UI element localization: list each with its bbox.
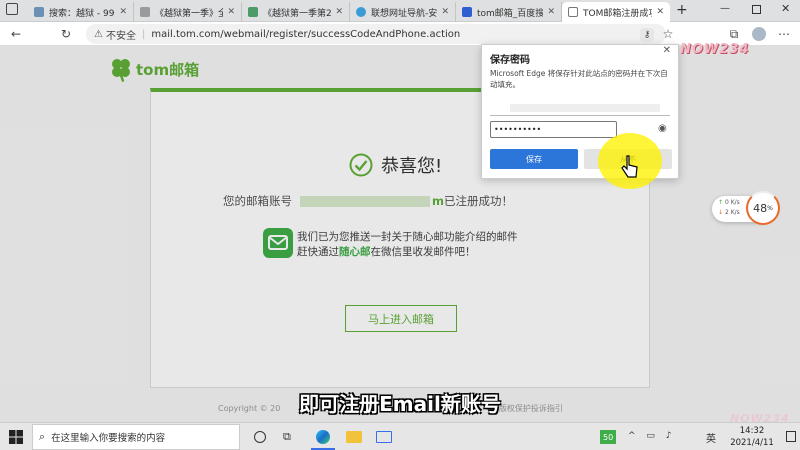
download-unit: K/s — [730, 209, 740, 216]
folder-icon[interactable] — [346, 431, 362, 443]
profile-icon[interactable] — [752, 27, 766, 41]
close-icon[interactable]: ✕ — [227, 7, 235, 17]
battery-indicator[interactable]: 50 — [600, 430, 617, 444]
battery-value: 50 — [603, 432, 614, 442]
tab-4[interactable]: 联想网址导航-安全 ✕ — [350, 2, 456, 22]
tab-actions-icon[interactable] — [6, 3, 18, 15]
upload-speed: ↑ 0 K/s — [718, 199, 740, 206]
close-icon[interactable]: ✕ — [656, 7, 664, 17]
taskbar-search[interactable]: ⌕ 在这里输入你要搜索的内容 — [32, 424, 240, 450]
tray-icons[interactable]: ^ ▭ ♪ — [628, 431, 676, 441]
tab-favicon — [34, 7, 44, 17]
windows-taskbar: ⌕ 在这里输入你要搜索的内容 ⧉ 50 ^ ▭ ♪ 英 14:32 2021/4… — [0, 422, 800, 450]
download-value: 2 — [724, 209, 729, 216]
tab-favicon — [356, 7, 366, 17]
clock-time: 14:32 — [739, 426, 765, 436]
url-text[interactable]: mail.tom.com/webmail/register/successCod… — [151, 29, 460, 40]
tab-label: 《越狱第一季》全集 — [155, 8, 223, 19]
cortana-icon[interactable] — [254, 431, 266, 443]
username-field[interactable] — [490, 100, 670, 116]
more-icon[interactable]: ⋯ — [776, 26, 792, 42]
mail-icon[interactable] — [376, 431, 392, 443]
star-icon[interactable]: ☆ — [660, 26, 676, 42]
popup-title: 保存密码 — [490, 55, 530, 66]
close-icon[interactable]: ✕ — [441, 7, 449, 17]
key-icon[interactable]: ⚷ — [640, 28, 654, 42]
password-field[interactable]: •••••••••• — [490, 121, 617, 138]
address-separator: | — [141, 28, 146, 40]
username-redacted — [510, 104, 660, 112]
tab-5[interactable]: tom邮箱_百度搜索 ✕ — [456, 2, 562, 22]
upload-value: 0 — [724, 199, 729, 206]
percent-unit: % — [767, 204, 773, 212]
tab-1[interactable]: 搜索：越狱 - 99美剧 ✕ — [28, 2, 134, 22]
tab-favicon — [462, 7, 472, 17]
browser-toolbar: ← ↻ ⚠ 不安全 | mail.tom.com/webmail/registe… — [0, 22, 800, 46]
close-icon[interactable]: ✕ — [547, 7, 555, 17]
upload-unit: K/s — [730, 199, 740, 206]
save-button[interactable]: 保存 — [490, 149, 578, 169]
windows-icon[interactable] — [9, 430, 23, 444]
popup-description: Microsoft Edge 将保存针对此站点的密码并在下次自动填充。 — [490, 69, 668, 89]
tab-label: 搜索：越狱 - 99美剧 — [49, 8, 115, 19]
close-icon[interactable]: ✕ — [335, 7, 343, 17]
tab-6-active[interactable]: TOM邮箱注册成功 ✕ — [562, 2, 670, 22]
security-label[interactable]: 不安全 — [106, 27, 136, 42]
edge-icon[interactable] — [311, 426, 335, 450]
tab-label: tom邮箱_百度搜索 — [477, 8, 544, 19]
tab-label: TOM邮箱注册成功 — [583, 8, 653, 19]
back-arrow-icon[interactable]: ← — [8, 26, 24, 42]
ime-indicator[interactable]: 英 — [706, 430, 716, 445]
tab-label: 《越狱第一季第2集》 — [263, 8, 332, 19]
tab-favicon — [140, 7, 150, 17]
download-speed: ↓ 2 K/s — [718, 209, 740, 216]
maximize-button[interactable] — [752, 5, 761, 14]
percent-ring: 48% — [746, 191, 780, 225]
collections-icon[interactable]: ⧉ — [726, 26, 742, 42]
tab-3[interactable]: 《越狱第一季第2集》 ✕ — [242, 2, 350, 22]
tab-favicon — [568, 7, 578, 17]
clock-date: 2021/4/11 — [730, 438, 774, 448]
task-view-icon[interactable]: ⧉ — [283, 430, 291, 444]
close-icon[interactable]: ✕ — [663, 45, 671, 56]
clock[interactable]: 14:32 2021/4/11 — [722, 425, 782, 449]
tab-label: 联想网址导航-安全 — [371, 8, 438, 19]
close-icon[interactable]: ✕ — [119, 7, 127, 17]
window-close-button[interactable]: ✕ — [781, 2, 790, 15]
search-icon: ⌕ — [39, 430, 46, 443]
save-password-popup: 保存密码 ✕ Microsoft Edge 将保存针对此站点的密码并在下次自动填… — [481, 44, 679, 179]
percent-value: 48 — [753, 201, 768, 215]
warning-icon[interactable]: ⚠ — [94, 29, 103, 40]
new-tab-button[interactable]: + — [676, 2, 688, 18]
refresh-icon[interactable]: ↻ — [58, 26, 74, 42]
page-dim-overlay — [0, 46, 800, 422]
notification-icon[interactable] — [786, 431, 796, 442]
eye-icon[interactable]: ◉ — [658, 123, 667, 134]
address-bar[interactable]: ⚠ 不安全 | mail.tom.com/webmail/register/su… — [86, 24, 666, 44]
tab-2[interactable]: 《越狱第一季》全集 ✕ — [134, 2, 242, 22]
search-placeholder: 在这里输入你要搜索的内容 — [51, 433, 166, 444]
never-button[interactable]: 从不 — [584, 149, 672, 169]
minimize-button[interactable]: — — [720, 3, 730, 14]
password-value: •••••••••• — [494, 125, 542, 134]
speed-widget[interactable]: ↑ 0 K/s ↓ 2 K/s 48% — [712, 191, 780, 225]
tab-favicon — [248, 7, 258, 17]
tab-bar: 搜索：越狱 - 99美剧 ✕ 《越狱第一季》全集 ✕ 《越狱第一季第2集》 ✕ … — [0, 0, 800, 22]
